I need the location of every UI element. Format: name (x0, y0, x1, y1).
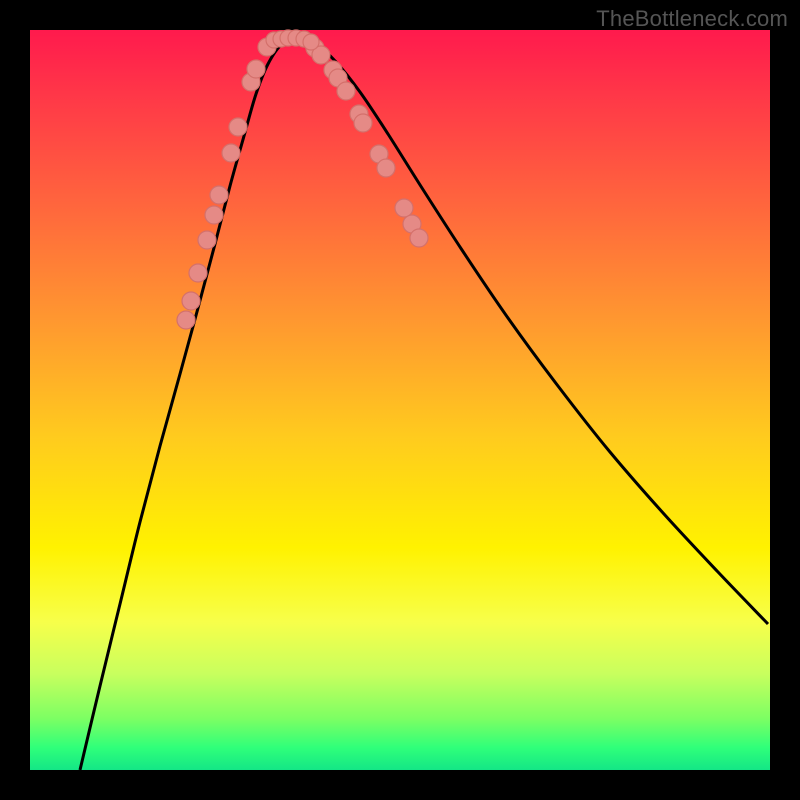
data-point-dot (222, 144, 240, 162)
data-point-dot (229, 118, 247, 136)
chart-frame: TheBottleneck.com (0, 0, 800, 800)
data-point-dot (303, 34, 319, 50)
data-point-dot (198, 231, 216, 249)
data-point-dot (337, 82, 355, 100)
data-point-dot (354, 114, 372, 132)
dots-bottom-valley (266, 30, 319, 50)
data-point-dot (247, 60, 265, 78)
dots-right-branch (306, 39, 428, 247)
plot-area (30, 30, 770, 770)
data-point-dot (182, 292, 200, 310)
data-point-dot (210, 186, 228, 204)
bottleneck-curve (80, 38, 768, 770)
data-point-dot (205, 206, 223, 224)
data-point-dot (410, 229, 428, 247)
data-point-dot (177, 311, 195, 329)
watermark-text: TheBottleneck.com (596, 6, 788, 32)
data-point-dot (395, 199, 413, 217)
curve-svg (30, 30, 770, 770)
data-point-dot (189, 264, 207, 282)
data-point-dot (377, 159, 395, 177)
